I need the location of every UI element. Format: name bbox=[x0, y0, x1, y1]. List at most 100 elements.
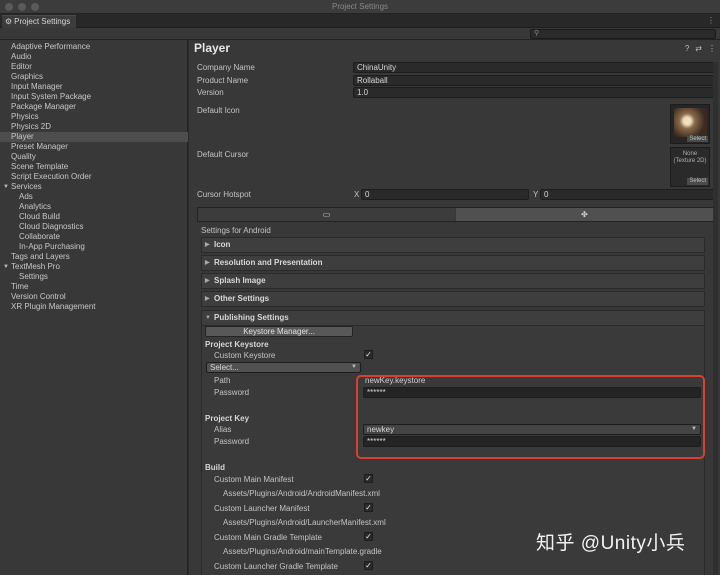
more-options-icon[interactable]: ⋮ bbox=[708, 44, 716, 53]
sidebar-item-graphics[interactable]: Graphics bbox=[0, 72, 188, 82]
settings-for-android-label: Settings for Android bbox=[201, 226, 271, 235]
keystore-select-dropdown[interactable]: Select... ▼ bbox=[206, 362, 361, 373]
header-icons: ? ⇄ ⋮ bbox=[679, 44, 716, 53]
window-title: Project Settings bbox=[331, 2, 389, 11]
sidebar-item-physics[interactable]: Physics bbox=[0, 112, 188, 122]
path-label: Path bbox=[214, 376, 231, 385]
tab-standalone[interactable]: ▭ bbox=[198, 208, 455, 221]
sidebar-item-script-execution-order[interactable]: Script Execution Order bbox=[0, 172, 188, 182]
custom-launcher-manifest-checkbox[interactable]: ✓ bbox=[364, 503, 373, 512]
sidebar-item-editor[interactable]: Editor bbox=[0, 62, 188, 72]
sidebar-group-services[interactable]: ▼ Services bbox=[0, 182, 188, 192]
custom-main-gradle-label: Custom Main Gradle Template bbox=[214, 533, 322, 542]
version-field[interactable]: 1.0 bbox=[353, 87, 715, 98]
main-gradle-path: Assets/Plugins/Android/mainTemplate.grad… bbox=[223, 547, 382, 556]
sidebar-item-adaptive-performance[interactable]: Adaptive Performance bbox=[0, 42, 188, 52]
keystore-password-label: Password bbox=[214, 388, 250, 397]
collapsed-arrow-icon: ▶ bbox=[205, 260, 210, 266]
search-input[interactable]: ⚲ bbox=[530, 29, 716, 39]
project-keystore-heading: Project Keystore bbox=[205, 340, 269, 349]
sidebar-item-scene-template[interactable]: Scene Template bbox=[0, 162, 188, 172]
section-title: Resolution and Presentation bbox=[214, 258, 323, 267]
collapsed-arrow-icon: ▶ bbox=[205, 242, 210, 248]
key-password-label: Password bbox=[214, 437, 250, 446]
hotspot-y-field[interactable]: 0 bbox=[540, 189, 715, 200]
expanded-arrow-icon: ▼ bbox=[205, 315, 211, 321]
sidebar-item-analytics[interactable]: Analytics bbox=[0, 202, 188, 212]
custom-main-manifest-label: Custom Main Manifest bbox=[214, 475, 294, 484]
sidebar-item-xr-plugin-management[interactable]: XR Plugin Management bbox=[0, 302, 188, 312]
sidebar-item-time[interactable]: Time bbox=[0, 282, 188, 292]
section-title: Icon bbox=[214, 240, 231, 249]
tab-android[interactable]: ✤ bbox=[456, 208, 713, 221]
sidebar-item-cloud-diagnostics[interactable]: Cloud Diagnostics bbox=[0, 222, 188, 232]
sidebar-item-package-manager[interactable]: Package Manager bbox=[0, 102, 188, 112]
sidebar-item-preset-manager[interactable]: Preset Manager bbox=[0, 142, 188, 152]
hotspot-x-label: X bbox=[354, 190, 360, 199]
expand-arrow-icon[interactable]: ▼ bbox=[3, 182, 9, 192]
other-settings-section-header[interactable]: ▶ Other Settings bbox=[201, 291, 705, 307]
version-label: Version bbox=[197, 88, 224, 97]
resolution-section-header[interactable]: ▶ Resolution and Presentation bbox=[201, 255, 705, 271]
launcher-manifest-path: Assets/Plugins/Android/LauncherManifest.… bbox=[223, 518, 386, 527]
collapsed-arrow-icon: ▶ bbox=[205, 278, 210, 284]
sidebar-item-input-manager[interactable]: Input Manager bbox=[0, 82, 188, 92]
window-titlebar: Project Settings bbox=[0, 0, 720, 14]
platform-tabs: ▭ ✤ bbox=[197, 207, 714, 222]
chevron-down-icon: ▼ bbox=[351, 364, 357, 370]
sidebar-item-ads[interactable]: Ads bbox=[0, 192, 188, 202]
sidebar-group-label: Services bbox=[11, 182, 42, 191]
default-cursor-slot[interactable]: None (Texture 2D) Select bbox=[670, 147, 710, 187]
sidebar-item-collaborate[interactable]: Collaborate bbox=[0, 232, 188, 242]
sidebar-item-physics-2d[interactable]: Physics 2D bbox=[0, 122, 188, 132]
dropdown-value: Select... bbox=[210, 363, 239, 372]
splash-section-header[interactable]: ▶ Splash Image bbox=[201, 273, 705, 289]
sidebar-group-label: TextMesh Pro bbox=[11, 262, 60, 271]
icon-section-header[interactable]: ▶ Icon bbox=[201, 237, 705, 253]
custom-keystore-checkbox[interactable]: ✓ bbox=[364, 350, 373, 359]
sidebar-group-textmesh-pro[interactable]: ▼ TextMesh Pro bbox=[0, 262, 188, 272]
highlight-box bbox=[356, 375, 705, 459]
sidebar-item-player[interactable]: Player bbox=[0, 132, 188, 142]
cursor-select-button[interactable]: Select bbox=[687, 178, 708, 185]
build-heading: Build bbox=[205, 463, 225, 472]
vertical-scrollbar[interactable] bbox=[713, 62, 718, 575]
keystore-manager-button[interactable]: Keystore Manager... bbox=[205, 326, 353, 337]
search-icon: ⚲ bbox=[534, 30, 540, 37]
sidebar-item-quality[interactable]: Quality bbox=[0, 152, 188, 162]
sidebar-item-tags-and-layers[interactable]: Tags and Layers bbox=[0, 252, 188, 262]
custom-main-manifest-checkbox[interactable]: ✓ bbox=[364, 474, 373, 483]
custom-main-gradle-checkbox[interactable]: ✓ bbox=[364, 532, 373, 541]
tab-project-settings[interactable]: ⚙ Project Settings bbox=[2, 15, 76, 28]
hotspot-x-field[interactable]: 0 bbox=[361, 189, 529, 200]
section-title: Splash Image bbox=[214, 276, 266, 285]
sidebar-item-version-control[interactable]: Version Control bbox=[0, 292, 188, 302]
sidebar-item-audio[interactable]: Audio bbox=[0, 52, 188, 62]
default-cursor-label: Default Cursor bbox=[197, 150, 249, 159]
android-icon: ✤ bbox=[581, 210, 588, 219]
default-icon-label: Default Icon bbox=[197, 106, 240, 115]
project-key-heading: Project Key bbox=[205, 414, 250, 423]
tab-menu-icon[interactable]: ⋮ bbox=[707, 16, 716, 25]
preset-icon[interactable]: ⇄ bbox=[695, 44, 702, 53]
custom-launcher-gradle-checkbox[interactable]: ✓ bbox=[364, 561, 373, 570]
publishing-section-header[interactable]: ▼ Publishing Settings bbox=[201, 310, 705, 326]
page-title: Player bbox=[194, 41, 231, 55]
monitor-icon: ▭ bbox=[322, 210, 331, 219]
sidebar-item-settings[interactable]: Settings bbox=[0, 272, 188, 282]
expand-arrow-icon[interactable]: ▼ bbox=[3, 262, 9, 272]
tab-row: ⚙ Project Settings ⋮ bbox=[0, 14, 720, 28]
hotspot-y-label: Y bbox=[533, 190, 539, 199]
product-name-field[interactable]: Rollaball bbox=[353, 75, 715, 86]
sidebar-item-input-system-package[interactable]: Input System Package bbox=[0, 92, 188, 102]
help-icon[interactable]: ? bbox=[685, 44, 689, 53]
icon-select-button[interactable]: Select bbox=[687, 136, 708, 142]
main-manifest-path: Assets/Plugins/Android/AndroidManifest.x… bbox=[223, 489, 380, 498]
company-name-field[interactable]: ChinaUnity bbox=[353, 62, 715, 73]
sidebar-item-cloud-build[interactable]: Cloud Build bbox=[0, 212, 188, 222]
custom-keystore-label: Custom Keystore bbox=[214, 351, 276, 360]
company-name-label: Company Name bbox=[197, 63, 255, 72]
sidebar-item-in-app-purchasing[interactable]: In-App Purchasing bbox=[0, 242, 188, 252]
search-bar: ⚲ bbox=[0, 28, 720, 40]
default-icon-slot[interactable]: Select bbox=[670, 104, 710, 144]
